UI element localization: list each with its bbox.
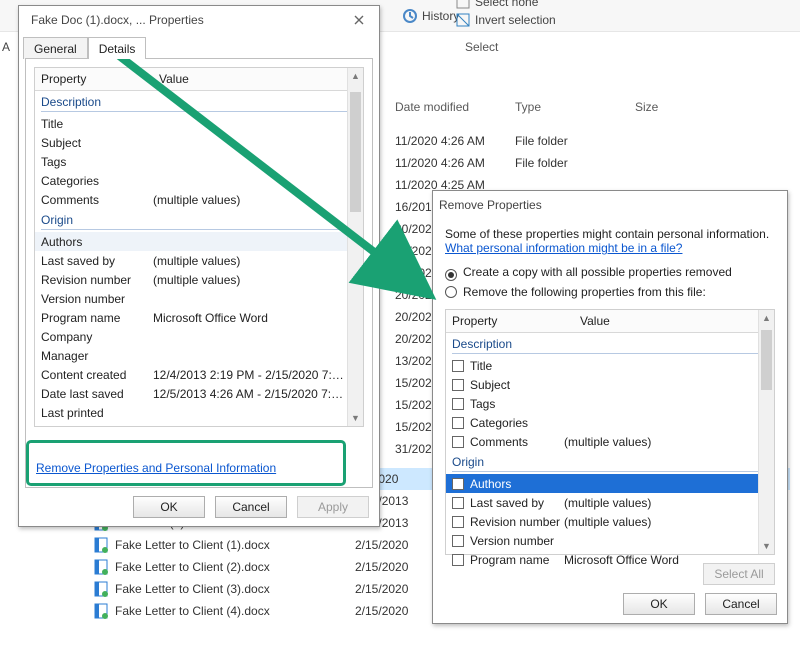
- property-row[interactable]: Last printed: [35, 403, 363, 422]
- remove-titlebar[interactable]: Remove Properties: [433, 191, 787, 219]
- rm-property-row[interactable]: Version number: [446, 531, 774, 550]
- history-icon: [402, 8, 418, 24]
- invert-selection-label: Invert selection: [475, 13, 556, 27]
- scroll-down-icon[interactable]: ▼: [348, 410, 363, 426]
- col-date[interactable]: Date modified: [395, 100, 515, 120]
- rm-property-row[interactable]: Revision number(multiple values): [446, 512, 774, 531]
- rm-property-row[interactable]: Subject: [446, 375, 774, 394]
- property-row[interactable]: Date last saved12/5/2013 4:26 AM - 2/15/…: [35, 384, 363, 403]
- select-group-label: Select: [465, 40, 498, 54]
- scroll-thumb[interactable]: [350, 92, 361, 212]
- scroll-up-icon[interactable]: ▲: [348, 68, 363, 84]
- history-button[interactable]: History: [402, 0, 459, 32]
- remove-title: Remove Properties: [439, 198, 542, 212]
- rm-property-row[interactable]: Program nameMicrosoft Office Word: [446, 550, 774, 569]
- rm-col-property[interactable]: Property: [446, 310, 574, 332]
- remove-help-link[interactable]: What personal information might be in a …: [445, 241, 682, 255]
- radio-create-copy[interactable]: Create a copy with all possible properti…: [445, 265, 775, 281]
- scrollbar[interactable]: ▲ ▼: [347, 68, 363, 426]
- word-doc-icon: [93, 581, 109, 597]
- property-row[interactable]: Tags: [35, 152, 363, 171]
- property-row[interactable]: Authors: [35, 232, 363, 251]
- col-size[interactable]: Size: [635, 100, 715, 120]
- ok-button[interactable]: OK: [133, 496, 205, 518]
- property-row[interactable]: Last saved by(multiple values): [35, 251, 363, 270]
- rm-scrollbar[interactable]: ▲ ▼: [758, 310, 774, 554]
- property-row[interactable]: Comments(multiple values): [35, 190, 363, 209]
- checkbox[interactable]: [452, 417, 464, 429]
- property-row[interactable]: Company: [35, 327, 363, 346]
- properties-titlebar[interactable]: Fake Doc (1).docx, ... Properties: [19, 6, 379, 34]
- invert-selection-button[interactable]: Invert selection: [455, 4, 556, 36]
- scroll-down-icon[interactable]: ▼: [759, 538, 774, 554]
- checkbox[interactable]: [452, 360, 464, 372]
- remove-properties-dialog: Remove Properties Some of these properti…: [432, 190, 788, 624]
- rm-property-row[interactable]: Tags: [446, 394, 774, 413]
- annotation-highlight: [26, 440, 346, 486]
- rm-property-row[interactable]: Last saved by(multiple values): [446, 493, 774, 512]
- properties-title: Fake Doc (1).docx, ... Properties: [31, 13, 204, 27]
- word-doc-icon: [93, 537, 109, 553]
- apply-button[interactable]: Apply: [297, 496, 369, 518]
- checkbox[interactable]: [452, 478, 464, 490]
- checkbox[interactable]: [452, 398, 464, 410]
- checkbox[interactable]: [452, 535, 464, 547]
- close-button[interactable]: [345, 10, 373, 30]
- remove-blurb: Some of these properties might contain p…: [445, 227, 775, 241]
- rm-ok-button[interactable]: OK: [623, 593, 695, 615]
- rm-property-row[interactable]: Categories: [446, 413, 774, 432]
- tab-general[interactable]: General: [23, 37, 88, 59]
- checkbox[interactable]: [452, 436, 464, 448]
- property-row[interactable]: Revision number(multiple values): [35, 270, 363, 289]
- rm-property-row[interactable]: Authors: [446, 474, 774, 493]
- property-row[interactable]: Content created12/4/2013 2:19 PM - 2/15/…: [35, 365, 363, 384]
- rm-col-value[interactable]: Value: [574, 310, 774, 332]
- property-row[interactable]: Categories: [35, 171, 363, 190]
- rm-cancel-button[interactable]: Cancel: [705, 593, 777, 615]
- property-row[interactable]: Title: [35, 114, 363, 133]
- word-doc-icon: [93, 603, 109, 619]
- properties-tabs: General Details: [19, 34, 379, 58]
- property-row[interactable]: Manager: [35, 346, 363, 365]
- col-value[interactable]: Value: [153, 68, 363, 90]
- property-row[interactable]: Subject: [35, 133, 363, 152]
- checkbox[interactable]: [452, 379, 464, 391]
- word-doc-icon: [93, 559, 109, 575]
- invert-selection-icon: [455, 12, 471, 28]
- checkbox[interactable]: [452, 497, 464, 509]
- radio-remove-following[interactable]: Remove the following properties from thi…: [445, 285, 775, 299]
- checkbox[interactable]: [452, 554, 464, 566]
- col-type[interactable]: Type: [515, 100, 635, 120]
- property-row[interactable]: Program nameMicrosoft Office Word: [35, 308, 363, 327]
- checkbox[interactable]: [452, 516, 464, 528]
- nav-pane: A: [0, 32, 16, 62]
- property-row[interactable]: Version number: [35, 289, 363, 308]
- rm-property-row[interactable]: Comments(multiple values): [446, 432, 774, 451]
- rm-property-row[interactable]: Title: [446, 356, 774, 375]
- history-label: History: [422, 9, 459, 23]
- col-property[interactable]: Property: [35, 68, 153, 90]
- scroll-thumb[interactable]: [761, 330, 772, 390]
- tab-details[interactable]: Details: [88, 37, 147, 59]
- scroll-up-icon[interactable]: ▲: [759, 310, 774, 326]
- cancel-button[interactable]: Cancel: [215, 496, 287, 518]
